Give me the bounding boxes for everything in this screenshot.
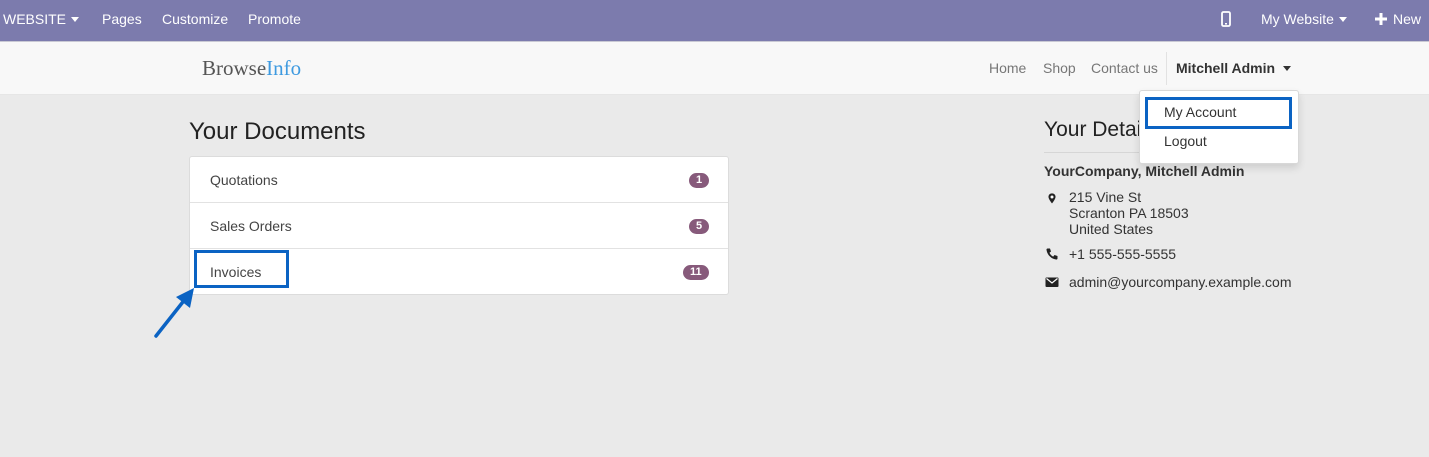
- envelope-icon: [1045, 277, 1059, 287]
- count-badge: 5: [689, 219, 710, 234]
- logo-part1: Browse: [202, 56, 267, 80]
- mobile-icon: [1221, 10, 1231, 27]
- website-menu[interactable]: WEBSITE: [3, 0, 80, 38]
- documents-list: Quotations 1 Sales Orders 5 Invoices 11: [189, 156, 729, 295]
- logo-part2: Info: [266, 56, 302, 80]
- user-menu[interactable]: Mitchell Admin: [1176, 42, 1292, 95]
- nav-home[interactable]: Home: [989, 42, 1026, 95]
- map-marker-icon: [1048, 193, 1056, 204]
- my-website-menu[interactable]: My Website: [1261, 0, 1347, 38]
- doc-row-label: Sales Orders: [210, 218, 292, 234]
- doc-row-label: Quotations: [210, 172, 278, 188]
- doc-row-sales-orders[interactable]: Sales Orders 5: [190, 203, 728, 249]
- company-name: YourCompany, Mitchell Admin: [1044, 163, 1245, 179]
- website-menu-label: WEBSITE: [3, 11, 67, 27]
- caret-down-icon: [1283, 65, 1292, 71]
- my-website-label: My Website: [1261, 11, 1334, 27]
- phone-icon: [1046, 248, 1058, 260]
- mobile-preview-button[interactable]: [1221, 0, 1231, 38]
- doc-row-quotations[interactable]: Quotations 1: [190, 157, 728, 203]
- address-line-3: United States: [1069, 221, 1154, 237]
- logout-menu-item[interactable]: Logout: [1164, 133, 1207, 149]
- plus-icon: [1375, 12, 1387, 25]
- admin-topbar: WEBSITE Pages Customize Promote My Websi…: [0, 0, 1429, 41]
- browseinfo-logo[interactable]: BrowseInfo: [202, 56, 301, 81]
- documents-title: Your Documents: [189, 118, 366, 145]
- website-navbar: BrowseInfo Home Shop Contact us Mitchell…: [0, 42, 1429, 95]
- address-line-1: 215 Vine St: [1069, 189, 1142, 205]
- nav-shop[interactable]: Shop: [1043, 42, 1076, 95]
- nav-divider: [1166, 52, 1167, 85]
- caret-down-icon: [1338, 16, 1347, 22]
- count-badge: 1: [689, 173, 710, 188]
- caret-down-icon: [71, 16, 80, 22]
- customize-menu[interactable]: Customize: [162, 0, 228, 38]
- my-account-menu-item[interactable]: My Account: [1164, 104, 1236, 120]
- promote-menu[interactable]: Promote: [248, 0, 301, 38]
- user-dropdown-menu: My Account Logout: [1139, 90, 1299, 164]
- pages-menu[interactable]: Pages: [102, 0, 142, 38]
- pointer-arrow-icon: [154, 288, 194, 338]
- email-address: admin@yourcompany.example.com: [1069, 274, 1292, 290]
- new-button[interactable]: New: [1375, 0, 1421, 38]
- nav-contact[interactable]: Contact us: [1091, 42, 1158, 95]
- count-badge: 11: [683, 265, 709, 280]
- address-line-2: Scranton PA 18503: [1069, 205, 1189, 221]
- user-menu-label: Mitchell Admin: [1176, 60, 1276, 76]
- new-label: New: [1393, 11, 1422, 27]
- doc-row-invoices[interactable]: Invoices 11: [190, 249, 728, 295]
- phone-number: +1 555-555-5555: [1069, 246, 1177, 262]
- doc-row-label: Invoices: [210, 264, 262, 280]
